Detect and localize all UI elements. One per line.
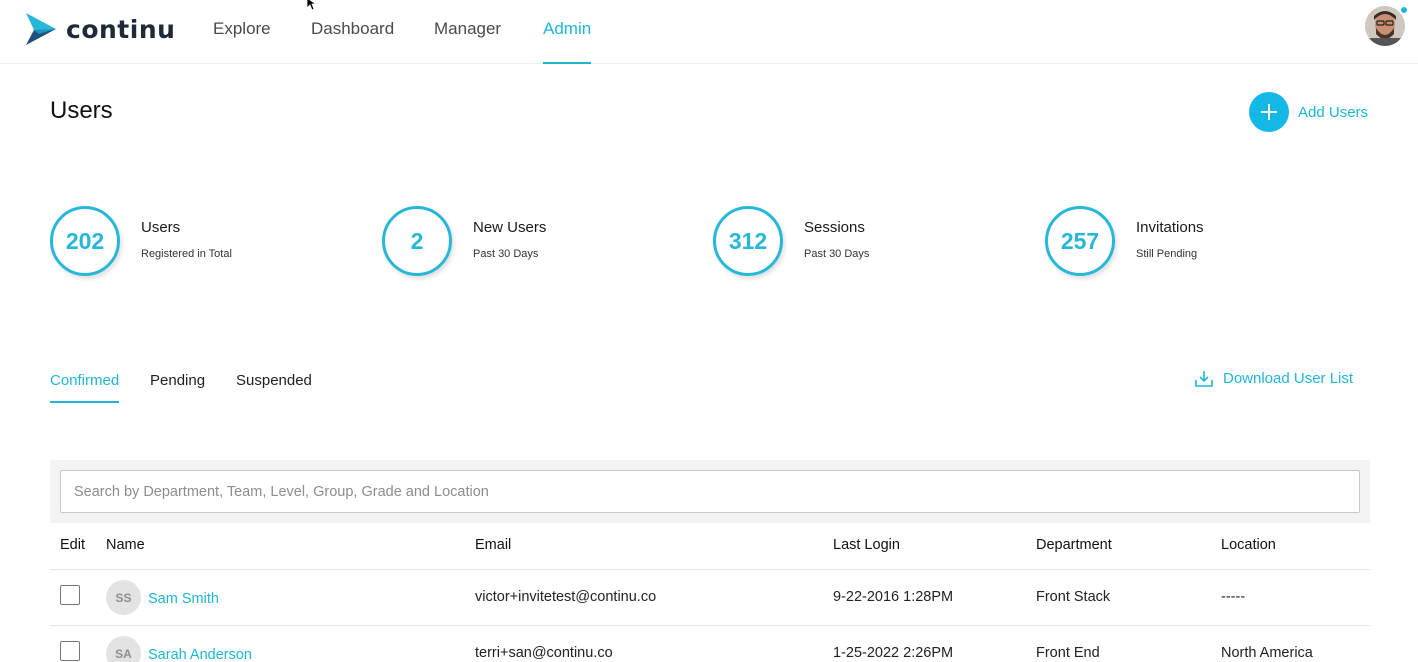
nav-manager[interactable]: Manager — [434, 19, 501, 64]
user-location: North America — [1221, 645, 1313, 661]
stat-value: 312 — [713, 206, 783, 276]
stat-subtitle: Still Pending — [1136, 248, 1198, 260]
user-name-link[interactable]: Sarah Anderson — [148, 647, 252, 662]
nav-explore[interactable]: Explore — [213, 19, 271, 64]
stat-value: 257 — [1045, 206, 1115, 276]
tab-suspended[interactable]: Suspended — [236, 372, 312, 403]
column-header-location: Location — [1221, 537, 1276, 553]
add-users-label[interactable]: Add Users — [1298, 104, 1368, 121]
column-header-edit: Edit — [60, 537, 85, 553]
stat-value: 2 — [382, 206, 452, 276]
brand-name: continu — [66, 14, 176, 44]
row-edit-checkbox[interactable] — [60, 585, 80, 605]
plus-icon[interactable] — [1249, 92, 1289, 132]
avatar-initials: SS — [106, 580, 141, 615]
user-avatar[interactable] — [1365, 5, 1409, 46]
stat-subtitle: Past 30 Days — [804, 248, 870, 260]
search-bar-container — [50, 460, 1370, 523]
download-user-list-label[interactable]: Download User List — [1223, 370, 1353, 387]
user-name-link[interactable]: Sam Smith — [148, 591, 219, 607]
row-edit-checkbox[interactable] — [60, 641, 80, 661]
user-last-login: 9-22-2016 1:28PM — [833, 589, 954, 605]
stat-title: New Users — [473, 219, 547, 236]
column-header-email: Email — [475, 537, 512, 553]
column-header-name: Name — [106, 537, 145, 553]
nav-admin[interactable]: Admin — [543, 19, 592, 64]
page-title: Users — [50, 97, 113, 124]
tab-pending[interactable]: Pending — [150, 372, 205, 403]
column-header-department: Department — [1036, 537, 1112, 553]
user-email: victor+invitetest@continu.co — [475, 589, 657, 605]
user-department: Front End — [1036, 645, 1100, 661]
user-last-login: 1-25-2022 2:26PM — [833, 645, 954, 661]
column-header-last-login: Last Login — [833, 537, 900, 553]
stat-subtitle: Registered in Total — [141, 248, 232, 260]
continu-logo[interactable]: continu — [25, 12, 175, 46]
stat-subtitle: Past 30 Days — [473, 248, 539, 260]
nav-dashboard[interactable]: Dashboard — [311, 19, 394, 64]
mouse-cursor-icon — [306, 0, 318, 11]
header-divider — [50, 569, 1370, 570]
search-input[interactable] — [60, 470, 1360, 513]
notification-dot — [1399, 5, 1409, 15]
stat-title: Sessions — [804, 219, 865, 236]
add-users-button[interactable]: Add Users — [1249, 92, 1368, 132]
user-email: terri+san@continu.co — [475, 645, 613, 661]
avatar-initials: SA — [106, 636, 141, 662]
download-icon — [1195, 371, 1213, 387]
stat-value: 202 — [50, 206, 120, 276]
user-department: Front Stack — [1036, 589, 1111, 605]
continu-logo-mark-icon — [26, 13, 56, 45]
stat-title: Invitations — [1136, 219, 1204, 236]
download-user-list-button[interactable]: Download User List — [1195, 370, 1353, 387]
row-divider — [50, 625, 1370, 626]
tab-confirmed[interactable]: Confirmed — [50, 372, 120, 403]
top-navigation: continu Explore Dashboard Manager Admin — [0, 0, 1418, 64]
user-location: ----- — [1221, 589, 1246, 605]
stat-title: Users — [141, 219, 181, 236]
